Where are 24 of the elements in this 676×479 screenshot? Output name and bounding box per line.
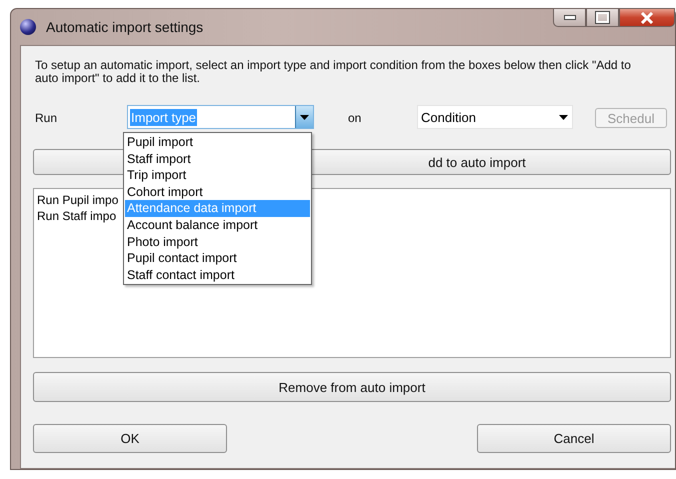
caret-icon xyxy=(559,114,568,120)
maximize-button[interactable] xyxy=(586,8,619,27)
dropdown-option[interactable]: Cohort import xyxy=(125,184,310,200)
dropdown-option[interactable]: Staff contact import xyxy=(125,266,310,284)
cancel-button[interactable]: Cancel xyxy=(477,424,671,453)
close-button[interactable] xyxy=(619,8,675,27)
condition-combo[interactable]: Condition xyxy=(417,105,573,129)
dropdown-option[interactable]: Staff import xyxy=(125,150,310,168)
minimize-button[interactable] xyxy=(553,8,586,27)
sphere-icon xyxy=(20,19,36,35)
remove-button[interactable]: Remove from auto import xyxy=(33,372,671,402)
window-title: Automatic import settings xyxy=(46,19,204,35)
dropdown-option[interactable]: Account balance import xyxy=(125,216,310,234)
on-label: on xyxy=(348,111,362,125)
caret-icon xyxy=(300,114,309,120)
instruction-text: To setup an automatic import, select an import type and import condition from the boxes below then click "Add to auto import" to add it to the list. xyxy=(35,59,632,85)
list-item[interactable]: Run Staff impo xyxy=(37,208,116,224)
ok-button[interactable]: OK xyxy=(33,424,227,453)
run-label: Run xyxy=(34,110,58,125)
dropdown-option[interactable]: Photo import xyxy=(125,234,310,250)
list-item[interactable]: Run Pupil impo xyxy=(37,192,118,208)
dropdown-option[interactable]: Pupil import xyxy=(125,134,310,151)
close-icon xyxy=(640,12,654,24)
dropdown-option[interactable]: Pupil contact import xyxy=(125,250,310,267)
